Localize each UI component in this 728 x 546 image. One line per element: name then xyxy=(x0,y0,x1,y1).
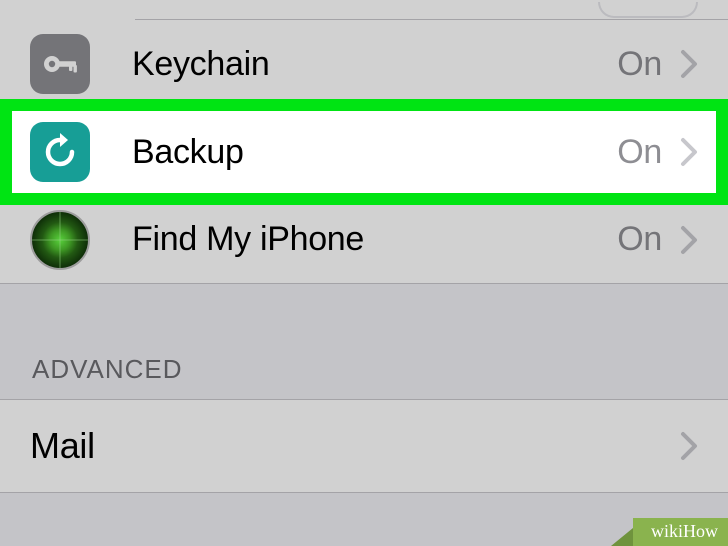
toggle-switch-fragment[interactable] xyxy=(598,2,698,18)
row-find-my-iphone[interactable]: Find My iPhone On xyxy=(0,196,728,284)
partial-row-above xyxy=(0,0,728,20)
row-keychain-status: On xyxy=(617,45,662,84)
key-icon xyxy=(30,34,90,94)
row-backup-label: Backup xyxy=(132,133,617,172)
chevron-right-icon xyxy=(680,137,698,167)
highlight-backup: Backup On xyxy=(0,108,728,196)
row-mail-label: Mail xyxy=(30,425,680,467)
section-gap xyxy=(0,284,728,354)
backup-restore-icon xyxy=(30,122,90,182)
row-findmy-status: On xyxy=(617,220,662,259)
chevron-right-icon xyxy=(680,431,698,461)
row-backup[interactable]: Backup On xyxy=(0,108,728,196)
watermark-fold xyxy=(611,528,633,546)
chevron-right-icon xyxy=(680,225,698,255)
chevron-right-icon xyxy=(680,49,698,79)
radar-icon xyxy=(30,210,90,270)
row-keychain[interactable]: Keychain On xyxy=(0,20,728,108)
row-backup-status: On xyxy=(617,133,662,172)
section-header-advanced: ADVANCED xyxy=(0,354,728,399)
row-findmy-label: Find My iPhone xyxy=(132,220,617,259)
row-mail[interactable]: Mail xyxy=(0,399,728,493)
wikihow-watermark: wikiHow xyxy=(633,518,728,546)
settings-screen: Keychain On Backup On xyxy=(0,0,728,546)
row-keychain-label: Keychain xyxy=(132,45,617,84)
watermark-text: wikiHow xyxy=(633,518,728,546)
